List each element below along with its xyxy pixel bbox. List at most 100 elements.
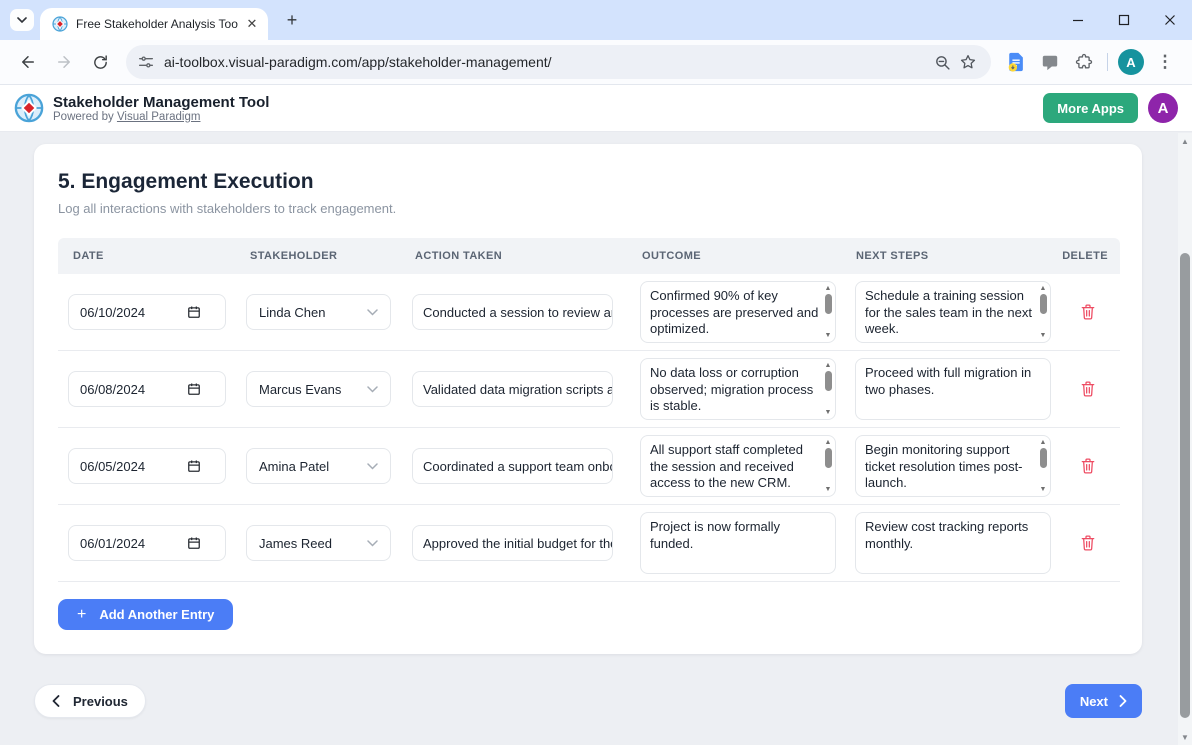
textarea-scrollbar[interactable]: ▲▼ — [1038, 439, 1048, 493]
table-row: 06/01/2024 James Reed Approved the initi… — [58, 505, 1120, 582]
extensions-puzzle-icon[interactable] — [1070, 48, 1098, 76]
outcome-cell: Project is now formally funded. ▲▼ — [640, 512, 855, 574]
date-input[interactable]: 06/10/2024 — [68, 294, 226, 330]
chevron-down-icon — [367, 309, 378, 316]
pager: Previous Next — [34, 684, 1142, 718]
action-taken-input[interactable]: Coordinated a support team onbo — [412, 448, 613, 484]
scroll-down-icon[interactable]: ▼ — [1178, 733, 1192, 742]
date-input[interactable]: 06/01/2024 — [68, 525, 226, 561]
plus-icon: + — [77, 606, 86, 624]
textarea-scrollbar[interactable]: ▲▼ — [823, 362, 833, 416]
back-button[interactable] — [14, 48, 42, 76]
browser-profile-avatar[interactable]: A — [1118, 49, 1144, 75]
calendar-icon[interactable] — [187, 459, 201, 473]
document-extension-icon[interactable] — [1002, 48, 1030, 76]
scrollbar-thumb[interactable] — [1180, 253, 1190, 718]
new-tab-button[interactable]: + — [282, 10, 302, 30]
next-steps-textarea[interactable]: Review cost tracking reports monthly. ▲▼ — [855, 512, 1051, 574]
page-subtitle: Log all interactions with stakeholders t… — [58, 201, 1118, 216]
calendar-icon[interactable] — [187, 382, 201, 396]
maximize-button[interactable] — [1116, 12, 1132, 28]
stakeholder-value: Amina Patel — [259, 459, 329, 474]
action-taken-input[interactable]: Validated data migration scripts ar — [412, 371, 613, 407]
add-another-entry-button[interactable]: + Add Another Entry — [58, 599, 233, 630]
delete-cell — [1055, 531, 1120, 555]
action-taken-input[interactable]: Conducted a session to review and — [412, 294, 613, 330]
delete-entry-button[interactable] — [1076, 300, 1100, 324]
outcome-textarea[interactable]: All support staff completed the session … — [640, 435, 836, 497]
next-steps-textarea[interactable]: Schedule a training session for the sale… — [855, 281, 1051, 343]
outcome-textarea[interactable]: Project is now formally funded. ▲▼ — [640, 512, 836, 574]
delete-cell — [1055, 377, 1120, 401]
textarea-scrollbar[interactable]: ▲▼ — [823, 285, 833, 339]
date-input[interactable]: 06/08/2024 — [68, 371, 226, 407]
col-header-delete: DELETE — [1055, 250, 1120, 262]
engagement-card: 5. Engagement Execution Log all interact… — [34, 144, 1142, 654]
outcome-cell: All support staff completed the session … — [640, 435, 855, 497]
scroll-up-icon[interactable]: ▲ — [1178, 137, 1192, 146]
previous-button[interactable]: Previous — [34, 684, 146, 718]
url-text[interactable]: ai-toolbox.visual-paradigm.com/app/stake… — [164, 54, 929, 70]
chevron-right-icon — [1119, 695, 1127, 707]
next-button[interactable]: Next — [1065, 684, 1142, 718]
chat-extension-icon[interactable] — [1036, 48, 1064, 76]
bookmark-star-icon[interactable] — [955, 49, 981, 75]
calendar-icon[interactable] — [187, 305, 201, 319]
stakeholder-select[interactable]: Amina Patel — [246, 448, 391, 484]
stakeholder-cell: Linda Chen — [246, 294, 412, 330]
next-steps-cell: Schedule a training session for the sale… — [855, 281, 1055, 343]
page-scrollbar[interactable]: ▲ ▼ — [1178, 133, 1192, 745]
reload-button[interactable] — [86, 48, 114, 76]
zoom-icon[interactable] — [929, 49, 955, 75]
action-taken-input[interactable]: Approved the initial budget for the — [412, 525, 613, 561]
outcome-value: Project is now formally funded. — [650, 519, 780, 551]
action-taken-cell: Conducted a session to review and — [412, 294, 640, 330]
col-header-date: DATE — [58, 250, 246, 262]
delete-cell — [1055, 300, 1120, 324]
tab-search-button[interactable] — [10, 9, 34, 31]
delete-entry-button[interactable] — [1076, 531, 1100, 555]
action-taken-cell: Validated data migration scripts ar — [412, 371, 640, 407]
stakeholder-select[interactable]: James Reed — [246, 525, 391, 561]
app-header: Stakeholder Management Tool Powered by V… — [0, 85, 1192, 132]
stakeholder-select[interactable]: Marcus Evans — [246, 371, 391, 407]
chevron-down-icon — [17, 17, 27, 23]
browser-menu-icon[interactable]: ⋮ — [1151, 48, 1179, 76]
site-settings-icon[interactable] — [138, 54, 154, 70]
forward-button[interactable] — [50, 48, 78, 76]
action-taken-value: Approved the initial budget for the — [423, 536, 613, 551]
textarea-scrollbar[interactable]: ▲▼ — [823, 439, 833, 493]
outcome-value: All support staff completed the session … — [650, 442, 803, 490]
more-apps-button[interactable]: More Apps — [1043, 93, 1138, 123]
outcome-textarea[interactable]: No data loss or corruption observed; mig… — [640, 358, 836, 420]
next-label: Next — [1080, 694, 1108, 709]
date-input[interactable]: 06/05/2024 — [68, 448, 226, 484]
address-bar[interactable]: ai-toolbox.visual-paradigm.com/app/stake… — [126, 45, 991, 79]
trash-icon — [1080, 534, 1096, 552]
trash-icon — [1080, 457, 1096, 475]
delete-entry-button[interactable] — [1076, 454, 1100, 478]
outcome-cell: No data loss or corruption observed; mig… — [640, 358, 855, 420]
stakeholder-select[interactable]: Linda Chen — [246, 294, 391, 330]
outcome-textarea[interactable]: Confirmed 90% of key processes are prese… — [640, 281, 836, 343]
close-window-button[interactable] — [1162, 12, 1178, 28]
date-value: 06/05/2024 — [80, 459, 145, 474]
visual-paradigm-link[interactable]: Visual Paradigm — [117, 111, 201, 123]
next-steps-textarea[interactable]: Proceed with full migration in two phase… — [855, 358, 1051, 420]
powered-by-prefix: Powered by — [53, 111, 117, 123]
textarea-scrollbar[interactable]: ▲▼ — [1038, 285, 1048, 339]
window-controls — [1070, 0, 1178, 40]
action-taken-value: Conducted a session to review and — [423, 305, 613, 320]
next-steps-textarea[interactable]: Begin monitoring support ticket resoluti… — [855, 435, 1051, 497]
table-body: 06/10/2024 Linda Chen Conducted a sessio… — [58, 274, 1120, 582]
calendar-icon[interactable] — [187, 536, 201, 550]
user-avatar[interactable]: A — [1148, 93, 1178, 123]
browser-tab-strip: Free Stakeholder Analysis Tool | ✕ + — [0, 0, 1192, 40]
tab-close-icon[interactable]: ✕ — [244, 16, 260, 32]
browser-toolbar: ai-toolbox.visual-paradigm.com/app/stake… — [0, 40, 1192, 85]
browser-tab[interactable]: Free Stakeholder Analysis Tool | ✕ — [40, 8, 268, 40]
outcome-cell: Confirmed 90% of key processes are prese… — [640, 281, 855, 343]
minimize-button[interactable] — [1070, 12, 1086, 28]
next-steps-cell: Proceed with full migration in two phase… — [855, 358, 1055, 420]
delete-entry-button[interactable] — [1076, 377, 1100, 401]
